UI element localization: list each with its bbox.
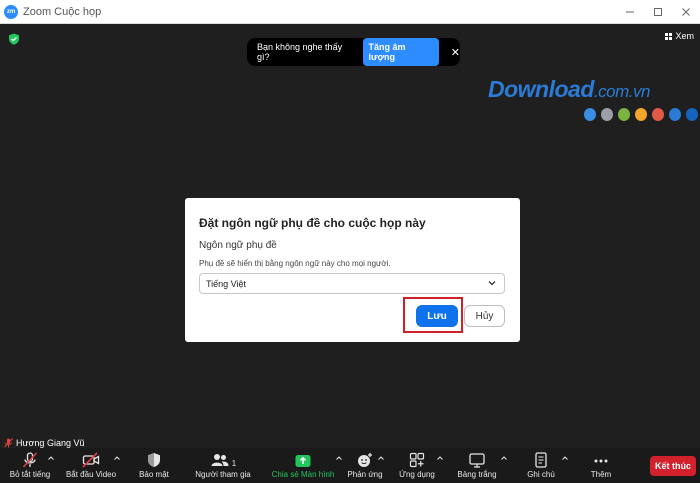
caption-language-hint: Phụ đề sẽ hiển thị bằng ngôn ngữ này cho… — [199, 259, 391, 268]
save-button[interactable]: Lưu — [416, 305, 458, 327]
chevron-down-icon — [488, 281, 496, 286]
share-screen-button[interactable]: Chia sẻ Màn hình — [269, 448, 337, 483]
download-watermark: Download.com.vn — [488, 76, 698, 146]
grid-view-icon — [665, 32, 673, 40]
apps-label: Ứng dụng — [399, 470, 435, 479]
chevron-up-icon[interactable] — [377, 454, 385, 462]
unmute-label: Bỏ tắt tiếng — [9, 470, 51, 479]
meeting-toolbar: Bỏ tắt tiếng Bắt đầu Video Bảo mật 1 Ngư… — [0, 448, 700, 483]
whiteboard-button[interactable]: Bảng trắng — [455, 448, 499, 483]
chevron-up-icon[interactable] — [561, 454, 569, 462]
watermark-dots — [584, 108, 698, 121]
caption-language-dialog: Đặt ngôn ngữ phụ đề cho cuộc họp này Ngô… — [185, 198, 520, 342]
selected-language: Tiếng Việt — [206, 278, 247, 289]
watermark-dot — [635, 108, 647, 121]
notes-button[interactable]: Ghi chú — [522, 448, 560, 483]
audio-toast: Bạn không nghe thấy gì? Tăng âm lượng ✕ — [247, 38, 460, 66]
view-label: Xem — [675, 31, 694, 41]
muted-mic-icon — [4, 437, 13, 447]
view-button[interactable]: Xem — [665, 31, 694, 41]
maximize-icon — [654, 8, 662, 16]
security-label: Bảo mật — [139, 470, 169, 479]
reactions-label: Phản ứng — [347, 470, 383, 479]
whiteboard-label: Bảng trắng — [457, 470, 497, 479]
watermark-text: Download.com.vn — [488, 76, 650, 102]
chevron-up-icon[interactable] — [113, 454, 121, 462]
participant-name: Hương Giang Vũ — [16, 437, 85, 448]
close-window-button[interactable] — [672, 0, 700, 24]
shield-icon — [148, 453, 160, 467]
maximize-button[interactable] — [644, 0, 672, 24]
video-off-icon — [82, 452, 100, 468]
participants-label: Người tham gia — [195, 470, 251, 479]
chevron-up-icon[interactable] — [500, 454, 508, 462]
title-bar: zm Zoom Cuộc họp — [0, 0, 700, 24]
share-screen-icon — [295, 455, 311, 467]
toast-close-icon[interactable]: ✕ — [451, 46, 460, 59]
participant-name-tag: Hương Giang Vũ — [0, 437, 84, 448]
apps-icon — [409, 452, 425, 468]
watermark-dot — [601, 108, 613, 121]
start-video-label: Bắt đầu Video — [65, 470, 117, 479]
more-label: Thêm — [590, 470, 612, 479]
chevron-up-icon[interactable] — [335, 454, 343, 462]
notes-icon — [535, 452, 547, 468]
cancel-button[interactable]: Hủy — [464, 305, 505, 327]
zoom-logo-icon: zm — [4, 4, 18, 19]
security-button[interactable]: Bảo mật — [133, 448, 175, 483]
watermark-dot — [618, 108, 630, 121]
start-video-button[interactable]: Bắt đầu Video — [62, 448, 120, 483]
participants-icon — [211, 454, 229, 466]
minimize-icon — [626, 11, 634, 13]
muted-mic-icon — [22, 452, 38, 468]
participants-count: 1 — [231, 459, 237, 468]
window-title: Zoom Cuộc họp — [23, 5, 102, 18]
smiley-plus-icon — [358, 453, 372, 467]
notes-label: Ghi chú — [527, 470, 555, 479]
window-controls — [616, 0, 700, 24]
watermark-dot — [584, 108, 596, 121]
close-icon — [682, 8, 690, 16]
caption-language-label: Ngôn ngữ phụ đề — [199, 240, 277, 251]
whiteboard-icon — [469, 453, 485, 468]
end-meeting-button[interactable]: Kết thúc — [650, 456, 696, 476]
meeting-area: Xem Bạn không nghe thấy gì? Tăng âm lượn… — [0, 24, 700, 448]
encryption-shield-icon[interactable] — [8, 32, 20, 50]
increase-volume-button[interactable]: Tăng âm lượng — [362, 38, 439, 66]
watermark-dot — [686, 108, 698, 121]
dialog-title: Đặt ngôn ngữ phụ đề cho cuộc họp này — [199, 216, 426, 230]
watermark-dot — [652, 108, 664, 121]
watermark-dot — [669, 108, 681, 121]
more-button[interactable]: Thêm — [584, 448, 618, 483]
minimize-button[interactable] — [616, 0, 644, 24]
chevron-up-icon[interactable] — [436, 454, 444, 462]
chevron-up-icon[interactable] — [47, 454, 55, 462]
more-dots-icon — [594, 459, 608, 463]
caption-language-select[interactable]: Tiếng Việt — [199, 273, 505, 294]
participants-button[interactable]: 1 Người tham gia — [193, 448, 253, 483]
share-screen-label: Chia sẻ Màn hình — [271, 470, 335, 479]
toast-message: Bạn không nghe thấy gì? — [257, 42, 343, 62]
apps-button[interactable]: Ứng dụng — [396, 448, 438, 483]
